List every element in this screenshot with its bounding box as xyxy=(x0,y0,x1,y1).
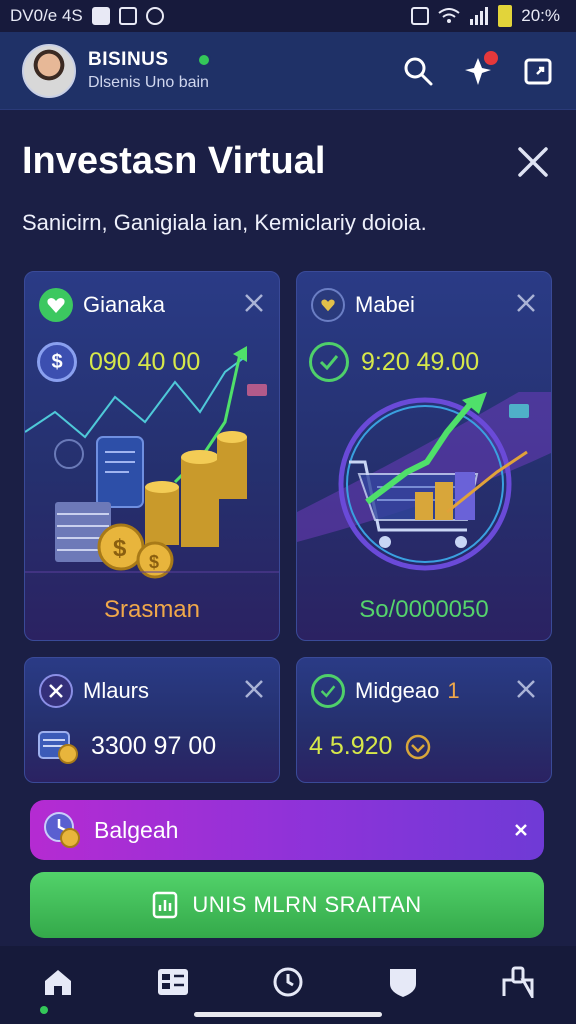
cart-growth-illustration xyxy=(297,392,551,571)
close-icon[interactable] xyxy=(243,678,265,700)
wifi-icon xyxy=(438,8,460,23)
share-button[interactable] xyxy=(522,55,554,87)
investment-card-mabei[interactable]: Mabei 9:20 49.00 So/0000050 xyxy=(296,271,552,641)
banner-label: Balgeah xyxy=(94,816,179,843)
wallet-coin-icon xyxy=(38,731,78,764)
clock-coin-icon xyxy=(44,812,80,848)
app-header: BISINUS Dlsenis Uno bain xyxy=(0,32,576,110)
square-icon xyxy=(118,7,137,25)
brand-block: BISINUS Dlsenis Uno bain xyxy=(88,49,211,92)
avatar[interactable] xyxy=(22,43,76,98)
nav-security[interactable] xyxy=(383,962,423,1002)
share-icon xyxy=(524,58,552,84)
speed-icon xyxy=(145,7,164,25)
check-circle-icon xyxy=(309,342,349,382)
heart-icon xyxy=(39,288,73,322)
close-icon[interactable] xyxy=(510,819,532,841)
cta-label: UNIS MLRN SRAITAN xyxy=(192,892,422,917)
home-indicator[interactable] xyxy=(194,1012,382,1017)
card-title: Gianaka xyxy=(83,292,165,317)
history-icon xyxy=(273,967,303,997)
investment-card-mlaurs[interactable]: Mlaurs 3300 97 00 xyxy=(24,657,280,783)
card-value: 3300 97 00 xyxy=(91,731,217,760)
close-icon[interactable] xyxy=(243,292,265,314)
card-value: 4 5.920 xyxy=(309,732,393,760)
portfolio-icon xyxy=(157,969,188,995)
heart-icon xyxy=(311,288,345,322)
search-button[interactable] xyxy=(402,55,434,87)
close-icon[interactable] xyxy=(515,678,537,700)
compass-icon xyxy=(39,674,73,708)
status-left-text: DV0/e 4S xyxy=(10,6,83,25)
promo-banner[interactable]: Balgeah xyxy=(30,800,544,860)
home-icon xyxy=(44,970,71,995)
search-icon xyxy=(404,57,433,85)
coins-growth-illustration: $ $ xyxy=(25,346,279,579)
check-circle-icon xyxy=(311,674,345,708)
card-title: Mabei xyxy=(355,292,415,317)
online-status-icon xyxy=(196,53,211,67)
nav-profile[interactable] xyxy=(498,962,538,1002)
nav-history[interactable] xyxy=(268,962,308,1002)
card-footer-label: Srasman xyxy=(103,596,201,623)
document-chart-icon xyxy=(153,891,178,919)
active-indicator xyxy=(39,1006,48,1014)
nav-portfolio[interactable] xyxy=(153,962,193,1002)
close-icon[interactable] xyxy=(514,143,552,181)
card-title-suffix: 1 xyxy=(447,678,460,703)
image-icon xyxy=(91,7,110,25)
start-investing-button[interactable]: UNIS MLRN SRAITAN xyxy=(30,872,544,938)
card-title: Midgeao xyxy=(355,678,440,703)
nav-home[interactable] xyxy=(38,962,78,1014)
notification-button[interactable] xyxy=(462,50,498,87)
notification-badge xyxy=(484,50,498,65)
close-icon[interactable] xyxy=(515,292,537,314)
signal-icon xyxy=(470,7,489,25)
chevron-down-circle-icon[interactable] xyxy=(404,733,432,761)
page-subtitle: Sanicirn, Ganigiala ian, Kemiclariy doio… xyxy=(22,210,427,235)
profile-icon xyxy=(502,966,534,998)
shield-icon xyxy=(390,969,417,997)
sim-icon xyxy=(411,7,430,25)
brand-name: BISINUS xyxy=(88,49,169,70)
brand-subtitle: Dlsenis Uno bain xyxy=(88,74,209,91)
investment-card-gianaka[interactable]: Gianaka $ 090 40 00 $ $ Srasman xyxy=(24,271,280,641)
card-footer-label: So/0000050 xyxy=(359,596,489,623)
investment-card-midgeao[interactable]: Midgeao 1 4 5.920 xyxy=(296,657,552,783)
status-time: 20:% xyxy=(521,6,560,25)
card-value: 9:20 49.00 xyxy=(361,347,480,376)
svg-text:$: $ xyxy=(149,552,159,572)
svg-text:$: $ xyxy=(113,535,127,562)
page-title: Investasn Virtual xyxy=(22,140,326,182)
battery-icon xyxy=(498,5,513,27)
status-bar: DV0/e 4S 20:% xyxy=(0,0,576,32)
card-title: Mlaurs xyxy=(83,678,150,703)
